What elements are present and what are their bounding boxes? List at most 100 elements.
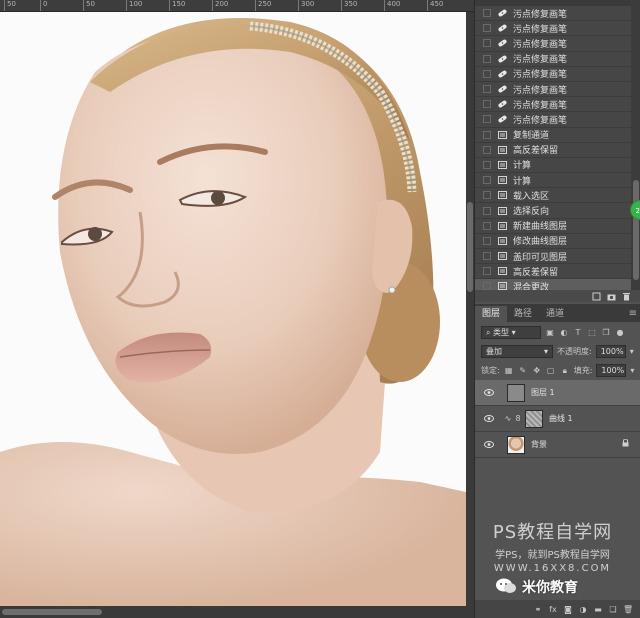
history-item[interactable]: 载入选区: [475, 188, 631, 204]
history-brush-source-marker[interactable]: [483, 267, 491, 276]
canvas-vertical-scrollbar[interactable]: [466, 12, 474, 606]
history-item[interactable]: 计算: [475, 173, 631, 189]
shape-layer-filter-icon[interactable]: ⬚: [587, 328, 597, 337]
new-layer-icon[interactable]: ❏: [608, 605, 618, 614]
history-brush-source-marker[interactable]: [483, 160, 491, 169]
history-step-icon: [497, 221, 508, 231]
history-item[interactable]: 污点修复画笔: [475, 112, 631, 128]
history-item[interactable]: 盖印可见图层: [475, 249, 631, 265]
chevron-down-icon[interactable]: ▾: [630, 366, 634, 375]
history-brush-source-marker[interactable]: [483, 115, 491, 124]
tab-channels[interactable]: 通道: [539, 306, 571, 322]
history-item[interactable]: 计算: [475, 158, 631, 174]
history-item-label: 高反差保留: [513, 146, 559, 157]
history-item-label: 污点修复画笔: [513, 115, 568, 126]
type-layer-filter-icon[interactable]: T: [573, 328, 583, 337]
filter-toggle-icon[interactable]: ●: [615, 328, 625, 337]
ruler-tick-label: 100: [126, 0, 142, 11]
layer-row-background[interactable]: 背景: [475, 432, 640, 458]
history-brush-source-marker[interactable]: [483, 221, 491, 230]
history-item[interactable]: 高反差保留: [475, 143, 631, 158]
history-step-icon: [497, 266, 508, 276]
layer-mask-thumbnail[interactable]: [525, 409, 543, 428]
history-brush-source-marker[interactable]: [483, 39, 491, 48]
new-adjustment-icon[interactable]: ◑: [578, 605, 588, 614]
canvas-horizontal-scrollbar[interactable]: [0, 606, 474, 618]
history-item[interactable]: 选择反向: [475, 203, 631, 219]
history-item-label: 污点修复画笔: [513, 100, 568, 111]
history-brush-source-marker[interactable]: [483, 24, 491, 33]
history-brush-source-marker[interactable]: [483, 145, 491, 154]
history-item[interactable]: 新建曲线图层: [475, 219, 631, 234]
history-brush-source-marker[interactable]: [483, 54, 491, 63]
history-brush-source-marker[interactable]: [483, 176, 491, 185]
delete-layer-icon[interactable]: 🗑︎: [623, 605, 633, 614]
blend-row: 叠加 ▾ 不透明度: 100% ▾: [475, 345, 640, 358]
layer-filter-label: 类型: [493, 328, 510, 337]
history-item[interactable]: 复制通道: [475, 128, 631, 143]
pixel-layer-filter-icon[interactable]: ▣: [545, 328, 555, 337]
opacity-field[interactable]: 100%: [595, 345, 626, 358]
eye-visibility-icon[interactable]: [481, 441, 497, 448]
new-document-from-state-icon[interactable]: [592, 292, 601, 301]
history-scroll-thumb[interactable]: [633, 180, 639, 280]
add-mask-icon[interactable]: ◙: [563, 605, 573, 614]
trash-icon[interactable]: [622, 292, 631, 301]
fx-layer-style-icon[interactable]: fx: [548, 605, 558, 614]
document-canvas[interactable]: [0, 12, 466, 606]
curves-adjustment-icon: ∿: [504, 414, 512, 423]
history-step-icon: [497, 130, 508, 140]
history-item[interactable]: 高反差保留: [475, 264, 631, 280]
eye-visibility-icon[interactable]: [481, 389, 497, 396]
tab-layers[interactable]: 图层: [475, 306, 508, 322]
history-item[interactable]: 修改曲线图层: [475, 234, 631, 249]
horizontal-ruler: 50 0 50 100 150 200 250 300 350 400 450: [0, 0, 474, 12]
history-brush-source-marker[interactable]: [483, 100, 491, 109]
history-brush-source-marker[interactable]: [483, 69, 491, 78]
chevron-down-icon[interactable]: ▾: [630, 347, 634, 356]
canvas-horizontal-scroll-thumb[interactable]: [2, 609, 102, 615]
lock-transparent-icon[interactable]: ▦: [504, 366, 514, 375]
layer-row-curves-1[interactable]: ∿ 8 曲线 1: [475, 406, 640, 432]
history-brush-source-marker[interactable]: [483, 236, 491, 245]
history-item[interactable]: 污点修复画笔: [475, 82, 631, 98]
history-brush-source-marker[interactable]: [483, 130, 491, 139]
canvas-vertical-scroll-thumb[interactable]: [467, 202, 473, 292]
history-scrollbar[interactable]: [631, 0, 640, 290]
history-brush-source-marker[interactable]: [483, 9, 491, 18]
layer-thumbnail: [507, 383, 525, 402]
lock-position-icon[interactable]: ✥: [532, 366, 542, 375]
history-item-label: 高反差保留: [513, 267, 559, 278]
adjustment-layer-filter-icon[interactable]: ◐: [559, 328, 569, 337]
link-chain-icon[interactable]: 8: [513, 414, 523, 423]
fill-field[interactable]: 100%: [596, 364, 627, 377]
camera-snapshot-icon[interactable]: [607, 292, 616, 301]
eye-visibility-icon[interactable]: [481, 415, 497, 422]
history-item[interactable]: 污点修复画笔: [475, 21, 631, 37]
link-layers-icon[interactable]: ⚭: [533, 605, 543, 614]
blend-mode-select[interactable]: 叠加 ▾: [481, 345, 553, 358]
layer-filter-select[interactable]: ⌕ 类型 ▾: [481, 326, 541, 339]
new-group-icon[interactable]: ▬: [593, 605, 603, 614]
history-item-label: 污点修复画笔: [513, 85, 568, 96]
history-brush-source-marker[interactable]: [483, 252, 491, 261]
tab-paths[interactable]: 路径: [507, 306, 539, 322]
history-item[interactable]: 污点修复画笔: [475, 52, 631, 67]
panel-menu-icon[interactable]: ≡: [629, 306, 637, 322]
history-item[interactable]: 污点修复画笔: [475, 36, 631, 52]
lock-image-icon[interactable]: ✎: [518, 366, 528, 375]
history-item[interactable]: 污点修复画笔: [475, 67, 631, 82]
history-brush-source-marker[interactable]: [483, 282, 491, 290]
history-item[interactable]: 污点修复画笔: [475, 6, 631, 22]
history-brush-source-marker[interactable]: [483, 85, 491, 94]
lock-icon[interactable]: [622, 438, 629, 450]
smart-object-filter-icon[interactable]: ❐: [601, 328, 611, 337]
history-step-icon: [497, 190, 508, 200]
lock-all-icon[interactable]: 🔒︎: [560, 366, 570, 376]
layer-row-layer-1[interactable]: 图层 1: [475, 380, 640, 406]
history-brush-source-marker[interactable]: [483, 206, 491, 215]
lock-artboard-icon[interactable]: ▢: [546, 366, 556, 375]
history-item[interactable]: 混合更改: [475, 279, 631, 290]
history-item[interactable]: 污点修复画笔: [475, 97, 631, 113]
history-brush-source-marker[interactable]: [483, 191, 491, 200]
